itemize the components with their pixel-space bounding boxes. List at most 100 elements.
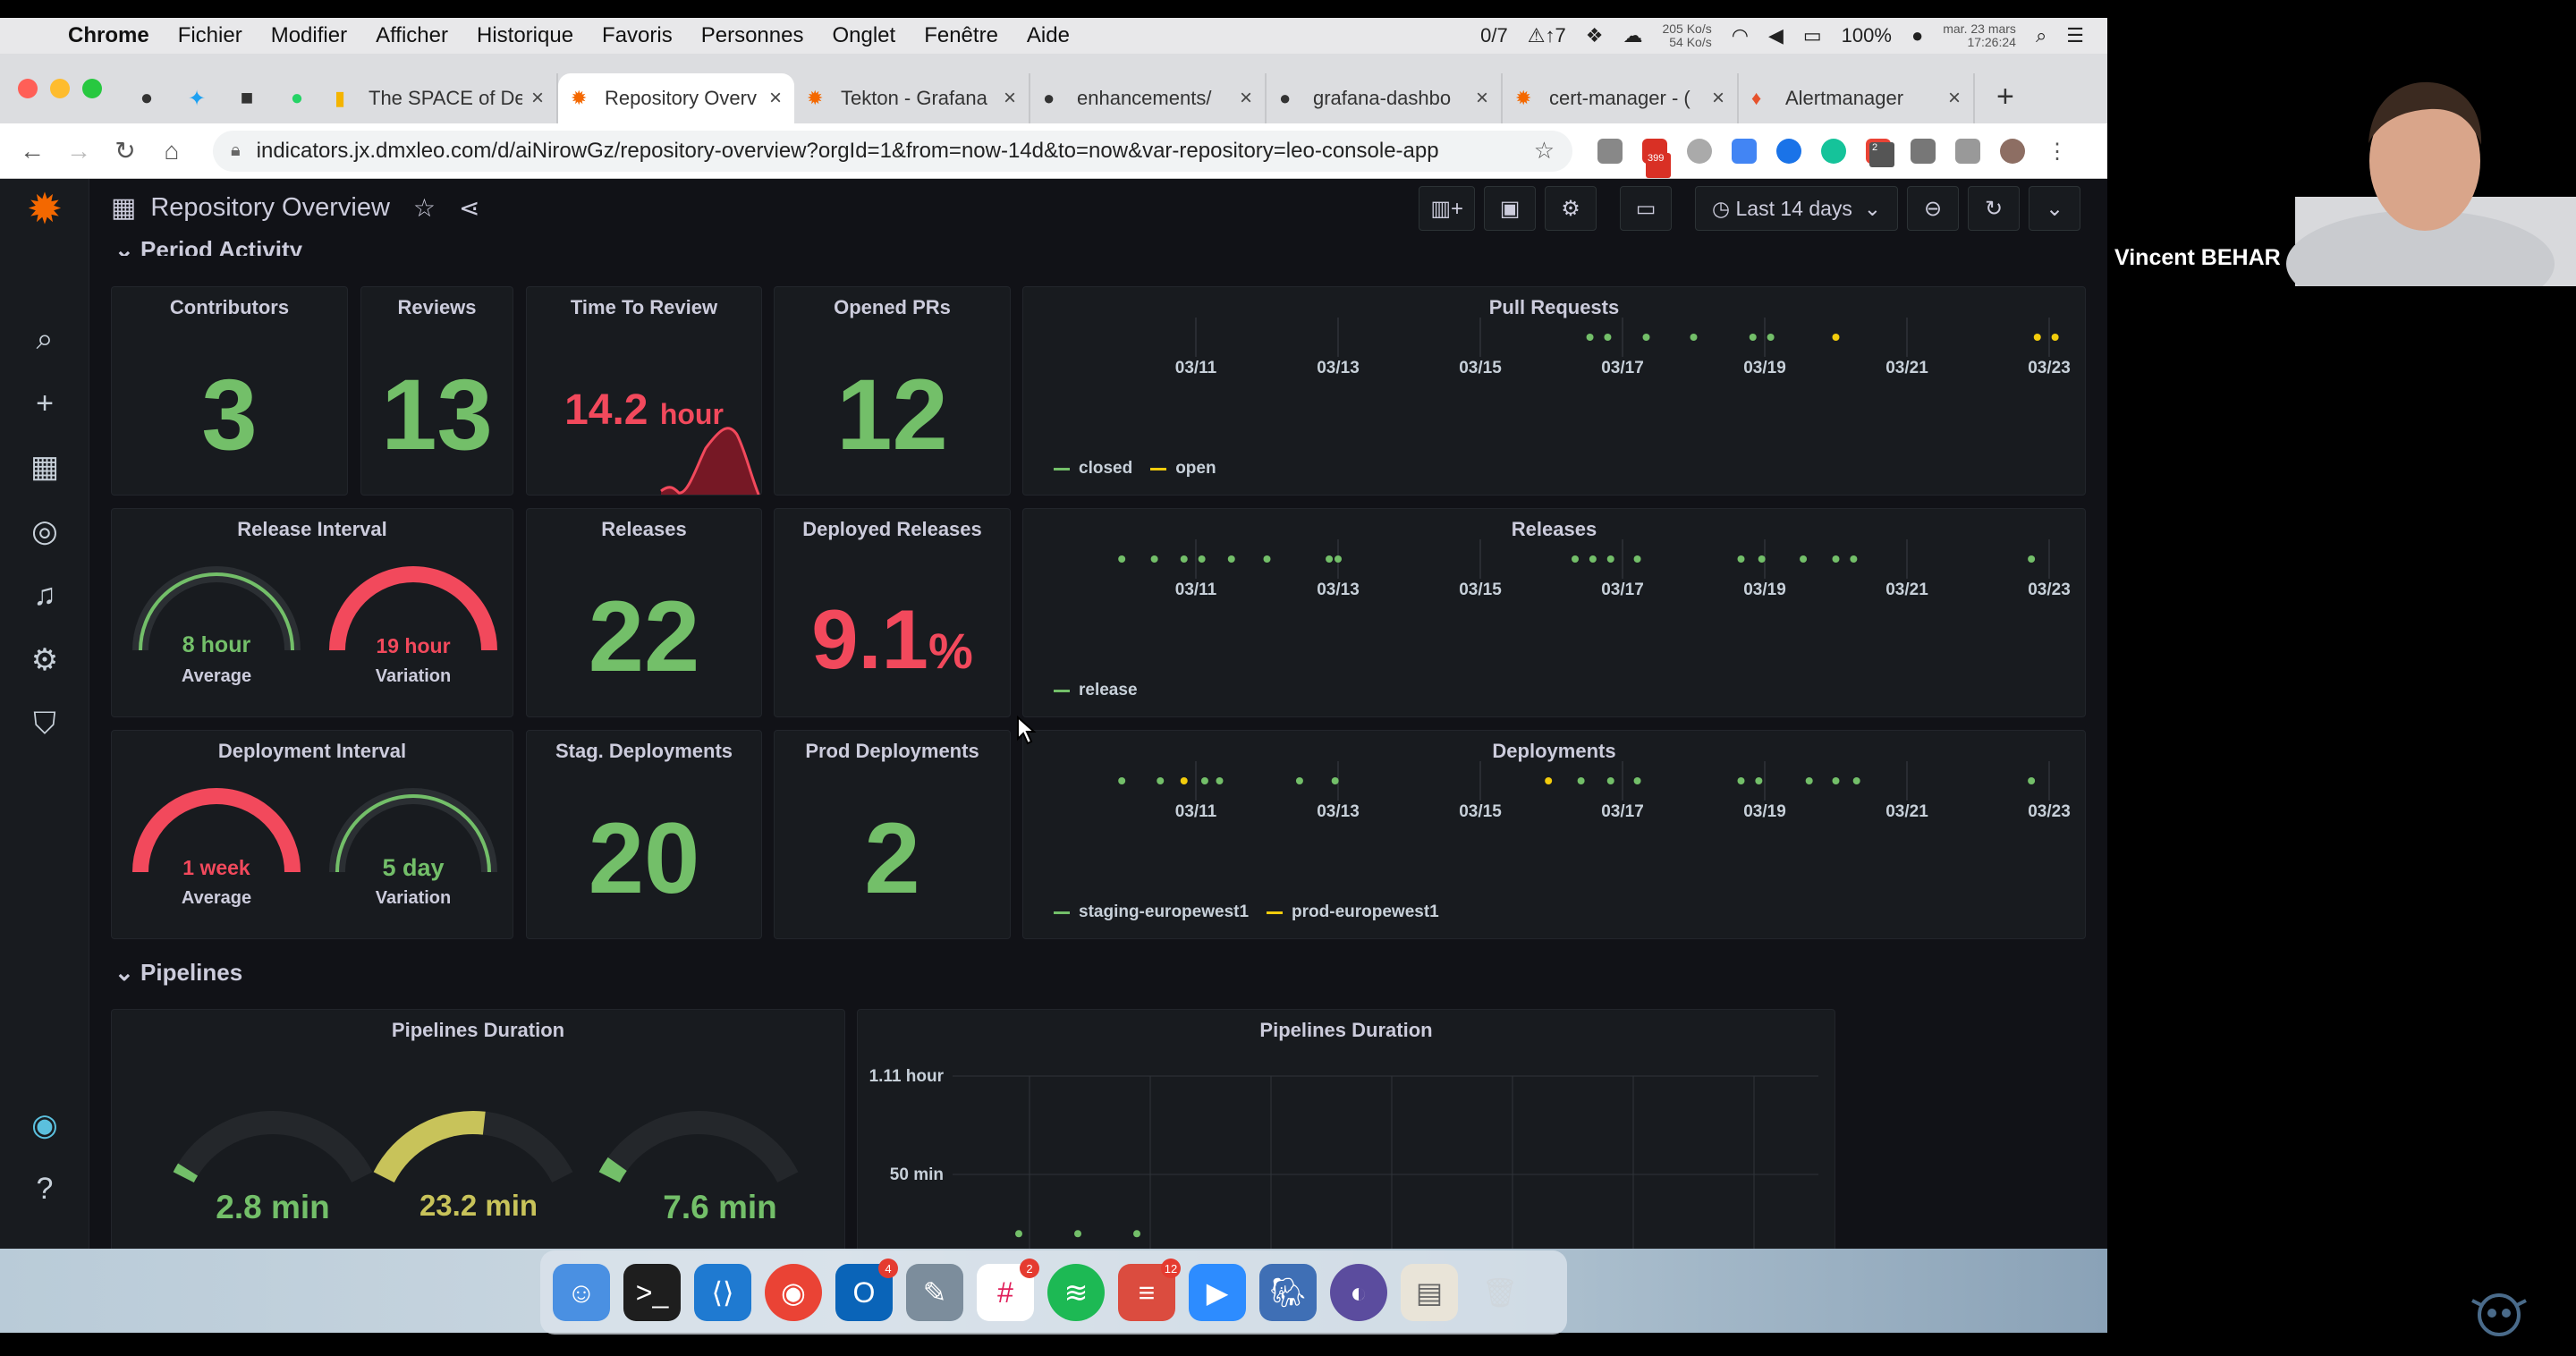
minimize-window-button[interactable] <box>50 79 70 98</box>
gmail-icon[interactable]: 399 <box>1642 138 1671 178</box>
close-window-button[interactable] <box>18 79 38 98</box>
pinned-tab-whatsapp[interactable]: ● <box>272 73 322 123</box>
gauge-panel-release-interval[interactable]: Release Interval 8 hour Average 19 hour … <box>111 508 513 717</box>
cast-icon[interactable] <box>1955 138 1980 164</box>
new-tab-button[interactable]: + <box>1996 80 2014 114</box>
notification-center-icon[interactable]: ☰ <box>2066 24 2084 47</box>
browser-tab[interactable]: ● enhancements/× <box>1030 73 1267 123</box>
browser-tab[interactable]: ✹ cert-manager - (× <box>1503 73 1739 123</box>
pinned-tab-app[interactable]: ■ <box>222 73 272 123</box>
add-panel-button[interactable]: ▥+ <box>1419 186 1476 231</box>
menu-aide[interactable]: Aide <box>1027 23 1070 48</box>
browser-tab[interactable]: ♦ Alertmanager × <box>1739 73 1975 123</box>
puzzle-icon[interactable] <box>1911 138 1936 164</box>
spotify-icon[interactable]: ≋ <box>1047 1264 1105 1321</box>
timeline-panel-pull-requests[interactable]: Pull Requests 03/11 03/13 03/15 03/17 03/19 0… <box>1022 286 2086 496</box>
vscode-icon[interactable]: ⟨⟩ <box>694 1264 751 1321</box>
extension-icon[interactable] <box>1776 138 1801 164</box>
clock[interactable]: mar. 23 mars 17:26:24 <box>1943 22 2016 49</box>
profile-avatar[interactable] <box>2000 138 2025 164</box>
legend-item-prod[interactable]: prod-europewest1 <box>1267 903 1439 922</box>
browser-tab[interactable]: ● grafana-dashbo × <box>1267 73 1503 123</box>
back-icon[interactable]: ← <box>9 137 55 165</box>
dashboard-title[interactable]: Repository Overview <box>150 193 390 223</box>
row-header-period-activity[interactable]: ⌄ Period Activity <box>114 236 302 256</box>
legend-item-open[interactable]: open <box>1150 459 1216 479</box>
stat-panel-contributors[interactable]: Contributors 3 <box>111 286 348 496</box>
close-tab-icon[interactable]: × <box>1004 86 1016 111</box>
create-icon[interactable]: + <box>0 386 89 421</box>
chrome-icon[interactable]: ◉ <box>765 1264 822 1321</box>
scatter-panel-pipelines-duration[interactable]: Pipelines Duration 1.11 hour 50 min <box>857 1009 1835 1249</box>
extension-icon[interactable] <box>1732 138 1757 164</box>
menu-fichier[interactable]: Fichier <box>178 23 242 48</box>
battery-icon[interactable]: ▭ <box>1803 24 1822 47</box>
chrome-menu-icon[interactable]: ⋮ <box>2045 139 2070 164</box>
mail-icon[interactable] <box>1597 138 1623 164</box>
warning-icon[interactable]: ⚠↑7 <box>1528 24 1566 47</box>
calendar-icon[interactable]: 2 <box>1866 138 1894 167</box>
documents-folder-icon[interactable]: ▤ <box>1401 1264 1458 1321</box>
cloud-icon[interactable]: ☁ <box>1623 24 1642 47</box>
stat-panel-releases[interactable]: Releases 22 <box>526 508 762 717</box>
forward-icon[interactable]: → <box>55 137 102 165</box>
reload-icon[interactable]: ↻ <box>102 136 148 165</box>
refresh-interval-dropdown[interactable]: ⌄ <box>2029 186 2080 231</box>
zoom-out-button[interactable]: ⊖ <box>1907 186 1959 231</box>
close-tab-icon[interactable]: × <box>1240 86 1252 111</box>
menu-favoris[interactable]: Favoris <box>602 23 673 48</box>
search-icon[interactable]: ⌕ <box>0 322 89 357</box>
wifi-icon[interactable]: ◠ <box>1732 24 1749 47</box>
time-picker[interactable]: ◷ Last 14 days ⌄ <box>1695 186 1898 231</box>
zoom-window-button[interactable] <box>82 79 102 98</box>
outlook-icon[interactable]: O4 <box>835 1259 898 1321</box>
gauge-panel-pipelines-duration[interactable]: Pipelines Duration 2.8 min 23.2 min 7.6 … <box>111 1009 845 1249</box>
grammarly-icon[interactable] <box>1821 138 1846 164</box>
timeline-panel-deployments[interactable]: Deployments 03/11 03/13 03/15 03/17 03/19 03/… <box>1022 730 2086 939</box>
stat-panel-reviews[interactable]: Reviews 13 <box>360 286 513 496</box>
menu-afficher[interactable]: Afficher <box>376 23 448 48</box>
trash-icon[interactable]: 🗑︎ <box>1471 1264 1529 1321</box>
menu-fenetre[interactable]: Fenêtre <box>924 23 998 48</box>
stat-panel-opened-prs[interactable]: Opened PRs 12 <box>774 286 1011 496</box>
configuration-gear-icon[interactable]: ⚙ <box>0 642 89 678</box>
stat-panel-stag-deployments[interactable]: Stag. Deployments 20 <box>526 730 762 939</box>
dropbox-icon[interactable]: ❖ <box>1586 24 1604 47</box>
gauge-panel-deployment-interval[interactable]: Deployment Interval 1 week Average 5 day… <box>111 730 513 939</box>
dashboards-icon[interactable]: ▦ <box>0 449 89 485</box>
row-header-pipelines[interactable]: ⌄ Pipelines <box>114 959 242 987</box>
help-icon[interactable]: ? <box>0 1172 89 1207</box>
user-icon[interactable]: ● <box>1911 24 1923 47</box>
finder-icon[interactable]: ☺ <box>553 1264 610 1321</box>
pinned-tab-twitter[interactable]: ✦ <box>172 73 222 123</box>
stat-panel-prod-deployments[interactable]: Prod Deployments 2 <box>774 730 1011 939</box>
explore-icon[interactable]: ◎ <box>0 513 89 549</box>
preview-icon[interactable]: ✎ <box>906 1264 963 1321</box>
cycle-view-mode-button[interactable]: ▭ <box>1620 186 1673 231</box>
zoom-icon[interactable]: ▶ <box>1189 1264 1246 1321</box>
share-icon[interactable]: ⋖ <box>459 193 479 223</box>
close-tab-icon[interactable]: × <box>1476 86 1488 111</box>
menu-onglet[interactable]: Onglet <box>832 23 895 48</box>
spotlight-icon[interactable]: ⌕ <box>2036 24 2046 47</box>
legend-item-release[interactable]: release <box>1054 681 1138 700</box>
browser-tab-active[interactable]: ✹ Repository Overv × <box>558 73 794 123</box>
stat-panel-deployed-releases[interactable]: Deployed Releases 9.1% <box>774 508 1011 717</box>
star-icon[interactable]: ☆ <box>413 193 436 223</box>
stat-panel-time-to-review[interactable]: Time To Review 14.2 hour <box>526 286 762 496</box>
menu-personnes[interactable]: Personnes <box>701 23 804 48</box>
close-tab-icon[interactable]: × <box>1712 86 1724 111</box>
timeline-panel-releases[interactable]: Releases 03/11 03/13 03/15 03/17 03/19 03/21 0… <box>1022 508 2086 717</box>
counter-text[interactable]: 0/7 <box>1480 24 1508 47</box>
menu-historique[interactable]: Historique <box>477 23 573 48</box>
menu-app[interactable]: Chrome <box>68 23 149 48</box>
legend-item-staging[interactable]: staging-europewest1 <box>1054 903 1249 922</box>
app-icon[interactable]: ◐ <box>1330 1264 1387 1321</box>
browser-tab[interactable]: ✹ Tekton - Grafana × <box>794 73 1030 123</box>
refresh-button[interactable]: ↻ <box>1968 186 2020 231</box>
todoist-icon[interactable]: ≡ 12 <box>1118 1259 1181 1321</box>
close-tab-icon[interactable]: × <box>531 86 544 111</box>
tableplus-icon[interactable]: 🐘︎ <box>1259 1264 1317 1321</box>
url-text[interactable]: indicators.jx.dmxleo.com/d/aiNirowGz/rep… <box>257 139 1534 164</box>
server-admin-shield-icon[interactable]: ⛉ <box>0 707 89 742</box>
